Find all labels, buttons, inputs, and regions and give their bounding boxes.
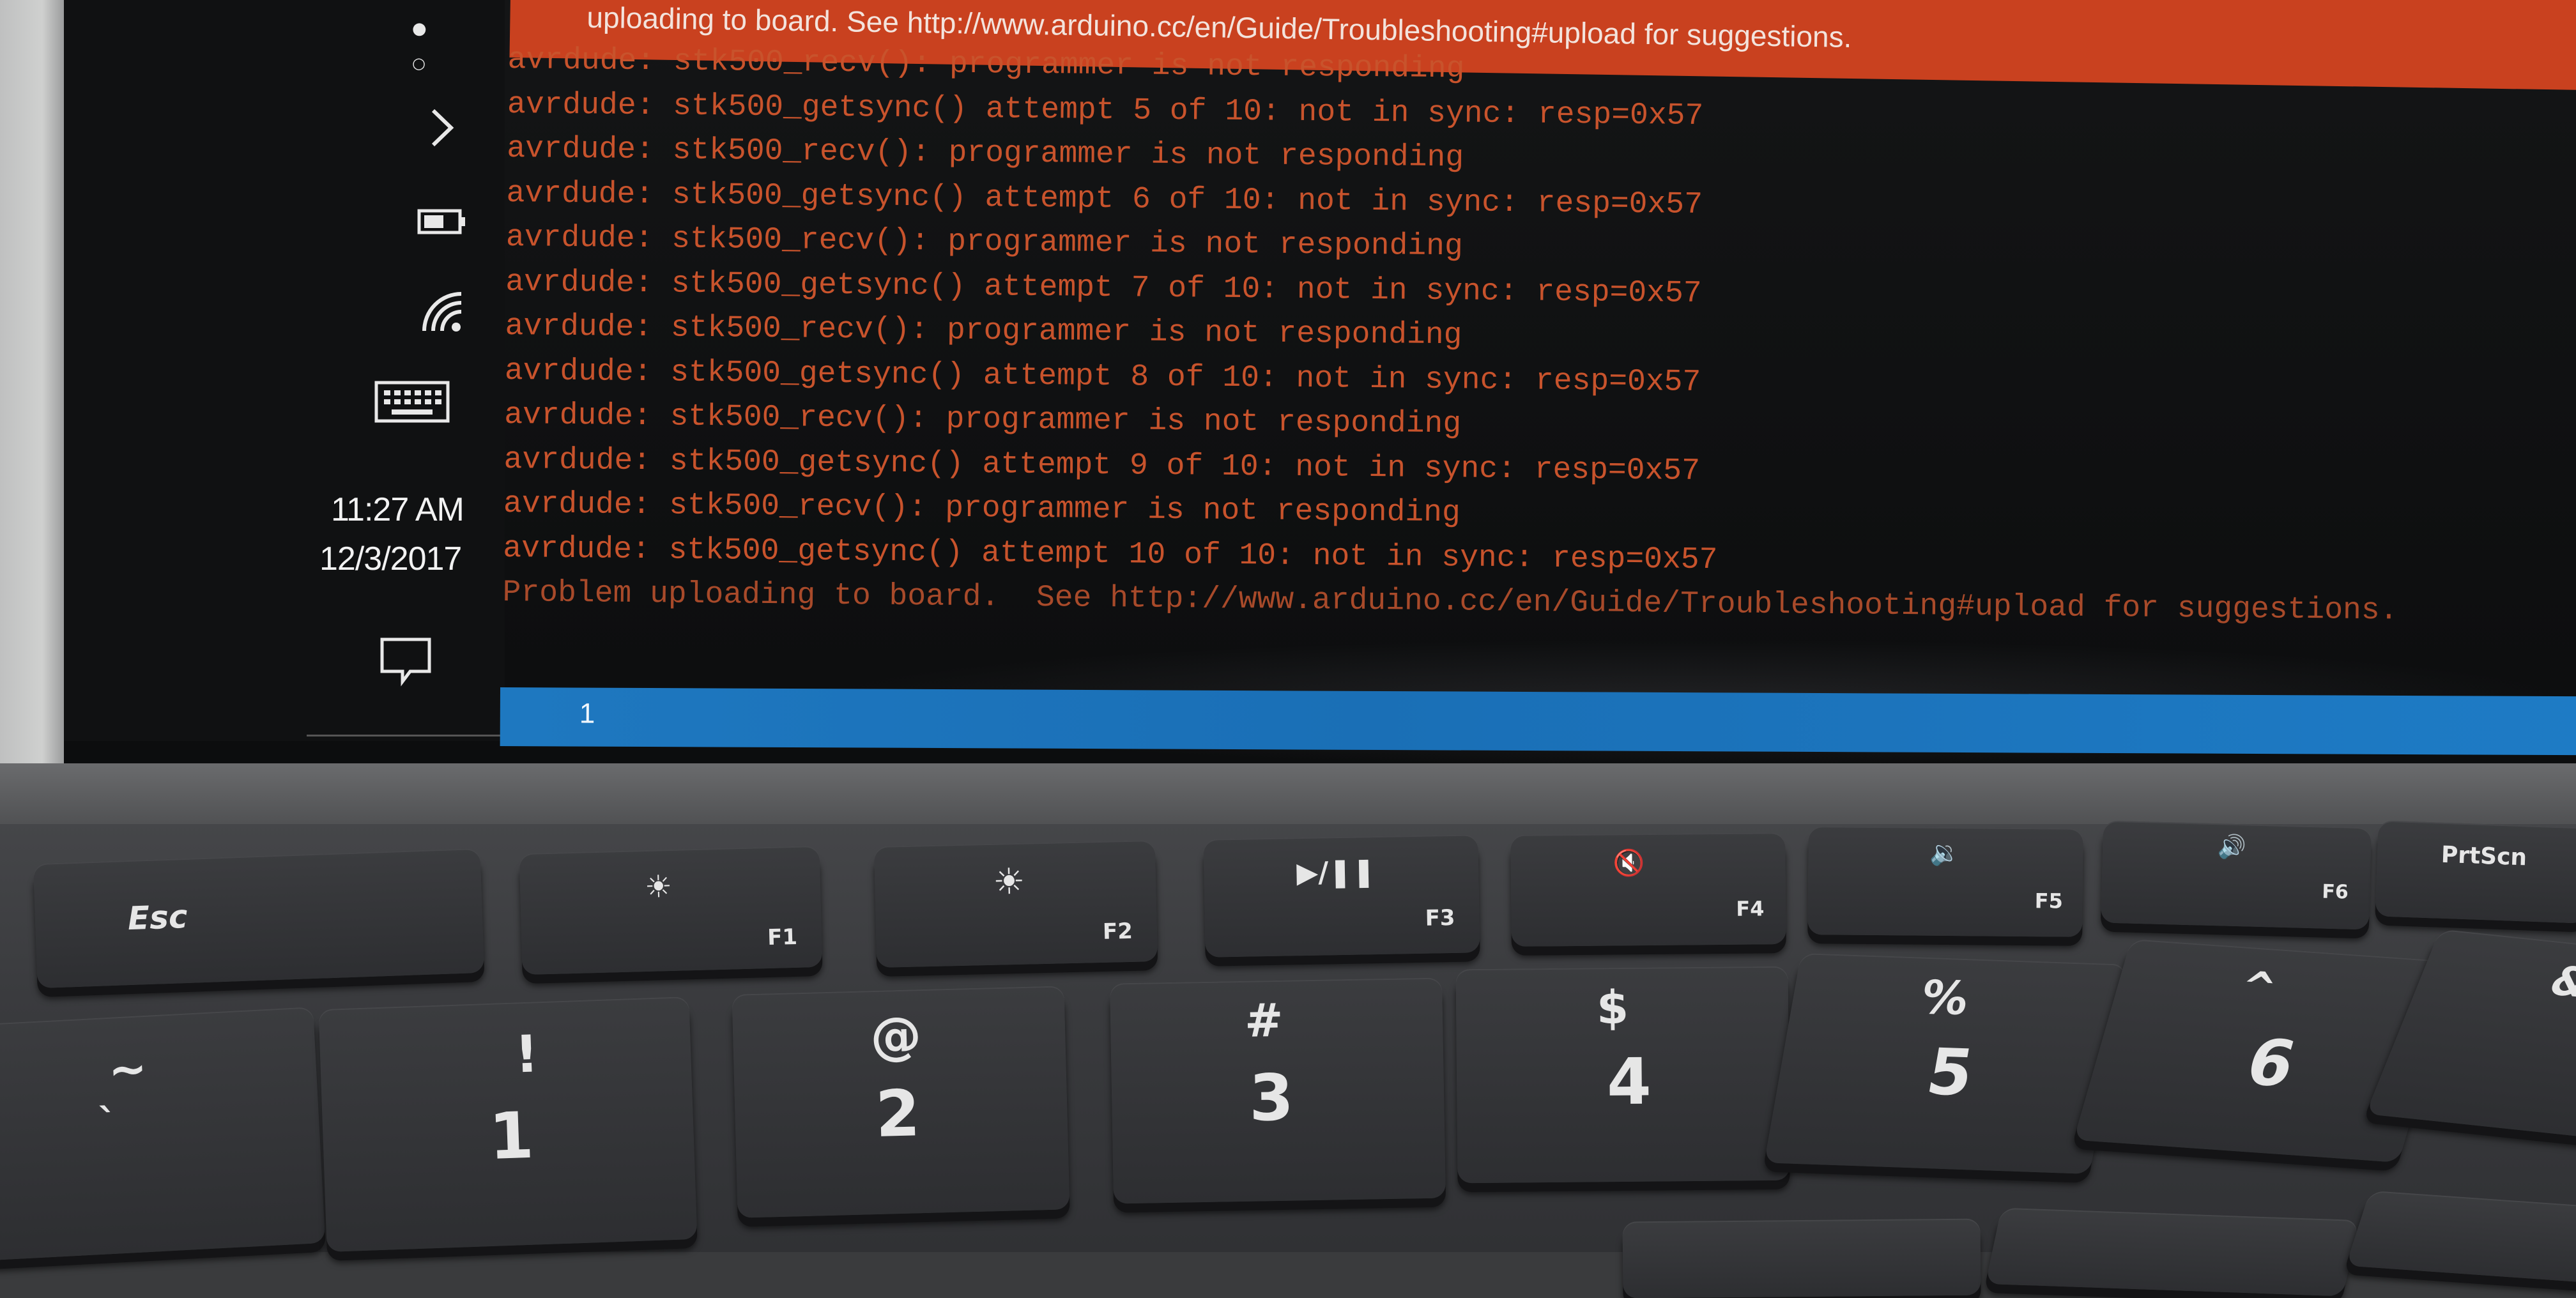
- screen-bezel: [0, 0, 70, 779]
- key-top-label: !: [514, 1024, 540, 1085]
- key-f1[interactable]: ☀ F1: [519, 845, 823, 975]
- key-sub-label: F3: [1425, 905, 1455, 931]
- laptop-screen: ● ○ 11:27 AM 12/3/2017 uploading to boar…: [64, 0, 2576, 770]
- brightness-up-icon: ☀: [992, 860, 1026, 903]
- key-top-label: @: [870, 1005, 923, 1067]
- key-bottom-label: 6: [2238, 1025, 2304, 1102]
- notification-icon[interactable]: [377, 636, 434, 689]
- key-sub-label: F4: [1736, 896, 1765, 921]
- chevron-right-icon[interactable]: [427, 105, 459, 153]
- key-top-label: &: [2542, 958, 2576, 1007]
- key-bottom-label: 2: [874, 1076, 921, 1152]
- keyboard-icon[interactable]: [374, 380, 450, 427]
- key-sub-label: F1: [767, 924, 798, 951]
- tray-dot-icon[interactable]: ○: [412, 54, 425, 72]
- wifi-icon[interactable]: [417, 286, 468, 340]
- key-label: Esc: [126, 897, 188, 938]
- key-top-label: ^: [2234, 963, 2282, 1012]
- key-f4[interactable]: 🔇 F4: [1510, 832, 1786, 947]
- volume-down-icon: 🔉: [1929, 838, 1960, 867]
- key-q-row-partial[interactable]: [1985, 1207, 2359, 1297]
- key-esc[interactable]: Esc: [33, 848, 485, 989]
- key-f6[interactable]: 🔊 F6: [2100, 820, 2372, 930]
- key-bottom-label: `: [97, 1100, 119, 1146]
- divider: [307, 735, 505, 737]
- key-f2[interactable]: ☀ F2: [873, 840, 1158, 968]
- key-1[interactable]: ! 1: [318, 996, 698, 1253]
- taskbar-tray: ● ○ 11:27 AM 12/3/2017: [64, 0, 505, 741]
- mute-icon: 🔇: [1613, 848, 1645, 878]
- key-bottom-label: 3: [1248, 1060, 1294, 1136]
- taskbar-clock-date[interactable]: 12/3/2017: [319, 540, 462, 578]
- key-tilde[interactable]: ~ `: [0, 1007, 326, 1261]
- key-f3[interactable]: ▶/❚❚ F3: [1203, 834, 1480, 958]
- key-2[interactable]: @ 2: [732, 986, 1070, 1218]
- key-4[interactable]: $ 4: [1455, 966, 1790, 1184]
- status-line-number: 1: [579, 698, 595, 729]
- tray-dot-icon[interactable]: ●: [412, 19, 427, 38]
- key-label: PrtScn: [2441, 841, 2527, 871]
- key-sub-label: F5: [2034, 889, 2064, 913]
- battery-icon[interactable]: [417, 206, 468, 240]
- status-bar: 1: [500, 687, 2576, 756]
- key-top-label: %: [1917, 970, 1973, 1025]
- key-bottom-label: 5: [1921, 1034, 1979, 1111]
- key-top-label: ~: [107, 1041, 149, 1097]
- key-f5[interactable]: 🔉 F5: [1807, 826, 2083, 937]
- taskbar-clock-time[interactable]: 11:27 AM: [331, 491, 464, 529]
- brightness-down-icon: ☀: [644, 868, 673, 906]
- play-pause-icon: ▶/❚❚: [1296, 855, 1376, 890]
- key-sub-label: F6: [2321, 880, 2349, 904]
- volume-up-icon: 🔊: [2217, 834, 2247, 861]
- key-q-row-partial[interactable]: [2345, 1190, 2576, 1288]
- key-top-label: $: [1596, 980, 1629, 1035]
- key-prtscn[interactable]: PrtScn: [2375, 820, 2576, 924]
- key-top-label: #: [1244, 993, 1284, 1048]
- key-bottom-label: 4: [1606, 1044, 1652, 1120]
- console-output: avrdude: stk500_recv(): programmer is no…: [502, 38, 2403, 634]
- key-5[interactable]: % 5: [1764, 953, 2127, 1174]
- keyboard: Esc ☀ F1 ☀ F2 ▶/❚❚ F3 🔇 F4 🔉 F5 🔊 F6 Prt…: [0, 820, 2576, 1298]
- key-3[interactable]: # 3: [1110, 977, 1446, 1204]
- key-q-row-partial[interactable]: [1622, 1218, 1981, 1298]
- key-bottom-label: 1: [487, 1097, 535, 1174]
- key-sub-label: F2: [1102, 918, 1133, 945]
